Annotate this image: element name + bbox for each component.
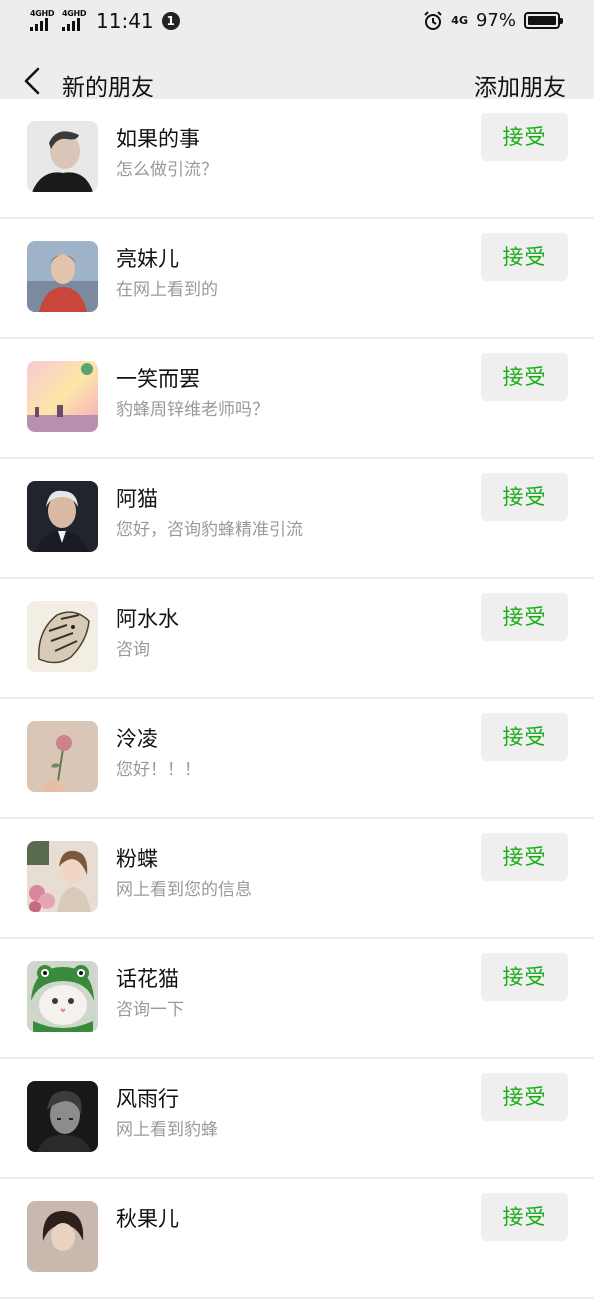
accept-button[interactable]: 接受 [481, 713, 568, 761]
network-label-2: 4GHD [62, 9, 87, 18]
accept-button[interactable]: 接受 [481, 473, 568, 521]
alarm-icon [424, 10, 443, 30]
accept-button[interactable]: 接受 [481, 233, 568, 281]
accept-button[interactable]: 接受 [481, 593, 568, 641]
avatar[interactable] [27, 241, 98, 312]
avatar[interactable] [27, 961, 98, 1032]
avatar[interactable] [27, 361, 98, 432]
network-4g-label: 4G [451, 14, 468, 27]
friend-message: 豹蜂周锌维老师吗？ [116, 400, 269, 420]
status-bar: 4GHD 4GHD 11:41 1 4G 97% [0, 0, 594, 44]
list-item[interactable]: 粉蝶 网上看到您的信息 接受 [0, 819, 594, 939]
friend-name: 粉蝶 [116, 847, 158, 871]
accept-button[interactable]: 接受 [481, 113, 568, 161]
avatar[interactable] [27, 121, 98, 192]
status-right: 4G 97% [423, 10, 563, 31]
friend-name: 话花猫 [116, 967, 179, 991]
friend-message: 咨询一下 [116, 1000, 184, 1020]
signal-icon-1: 4GHD [30, 10, 56, 32]
friend-name: 阿水水 [116, 607, 179, 631]
accept-button[interactable]: 接受 [481, 1193, 568, 1241]
notification-badge: 1 [161, 12, 180, 30]
friend-message: 网上看到豹蜂 [116, 1120, 218, 1140]
list-item[interactable]: 风雨行 网上看到豹蜂 接受 [0, 1059, 594, 1179]
battery-percent: 97% [475, 10, 516, 31]
friend-message: 您好！！！ [116, 760, 201, 780]
friend-name: 泠凌 [116, 727, 158, 751]
friend-name: 如果的事 [116, 127, 200, 151]
accept-button[interactable]: 接受 [481, 833, 568, 881]
accept-button[interactable]: 接受 [481, 353, 568, 401]
list-item[interactable]: 如果的事 怎么做引流？ 接受 [0, 99, 594, 219]
accept-button[interactable]: 接受 [481, 953, 568, 1001]
avatar[interactable] [27, 721, 98, 792]
friend-message: 怎么做引流？ [116, 160, 218, 180]
friend-message: 您好，咨询豹蜂精准引流 [116, 520, 303, 540]
friend-message: 咨询 [116, 640, 150, 660]
accept-button[interactable]: 接受 [481, 1073, 568, 1121]
status-left: 4GHD 4GHD 11:41 1 [30, 9, 180, 33]
friend-name: 亮妹儿 [116, 247, 179, 271]
avatar[interactable] [27, 601, 98, 672]
page-title: 新的朋友 [62, 75, 154, 101]
list-item[interactable]: 话花猫 咨询一下 接受 [0, 939, 594, 1059]
friend-name: 阿猫 [116, 487, 158, 511]
friend-message: 在网上看到的 [116, 280, 218, 300]
list-item[interactable]: 阿水水 咨询 接受 [0, 579, 594, 699]
list-item[interactable]: 阿猫 您好，咨询豹蜂精准引流 接受 [0, 459, 594, 579]
friend-name: 秋果儿 [116, 1207, 179, 1231]
list-item[interactable]: 秋果儿 接受 [0, 1179, 594, 1299]
add-friend-button[interactable]: 添加朋友 [474, 68, 566, 102]
clock: 11:41 [96, 9, 154, 33]
avatar[interactable] [27, 841, 98, 912]
list-item[interactable]: 亮妹儿 在网上看到的 接受 [0, 219, 594, 339]
friend-name: 一笑而罢 [116, 367, 200, 391]
network-label-1: 4GHD [30, 9, 55, 18]
friend-name: 风雨行 [116, 1087, 179, 1111]
friend-message: 网上看到您的信息 [116, 880, 252, 900]
avatar[interactable] [27, 481, 98, 552]
avatar[interactable] [27, 1201, 98, 1272]
avatar[interactable] [27, 1081, 98, 1152]
battery-icon [524, 12, 563, 29]
list-item[interactable]: 一笑而罢 豹蜂周锌维老师吗？ 接受 [0, 339, 594, 459]
back-arrow-icon[interactable] [18, 64, 48, 98]
signal-icon-2: 4GHD [62, 10, 88, 32]
list-item[interactable]: 泠凌 您好！！！ 接受 [0, 699, 594, 819]
